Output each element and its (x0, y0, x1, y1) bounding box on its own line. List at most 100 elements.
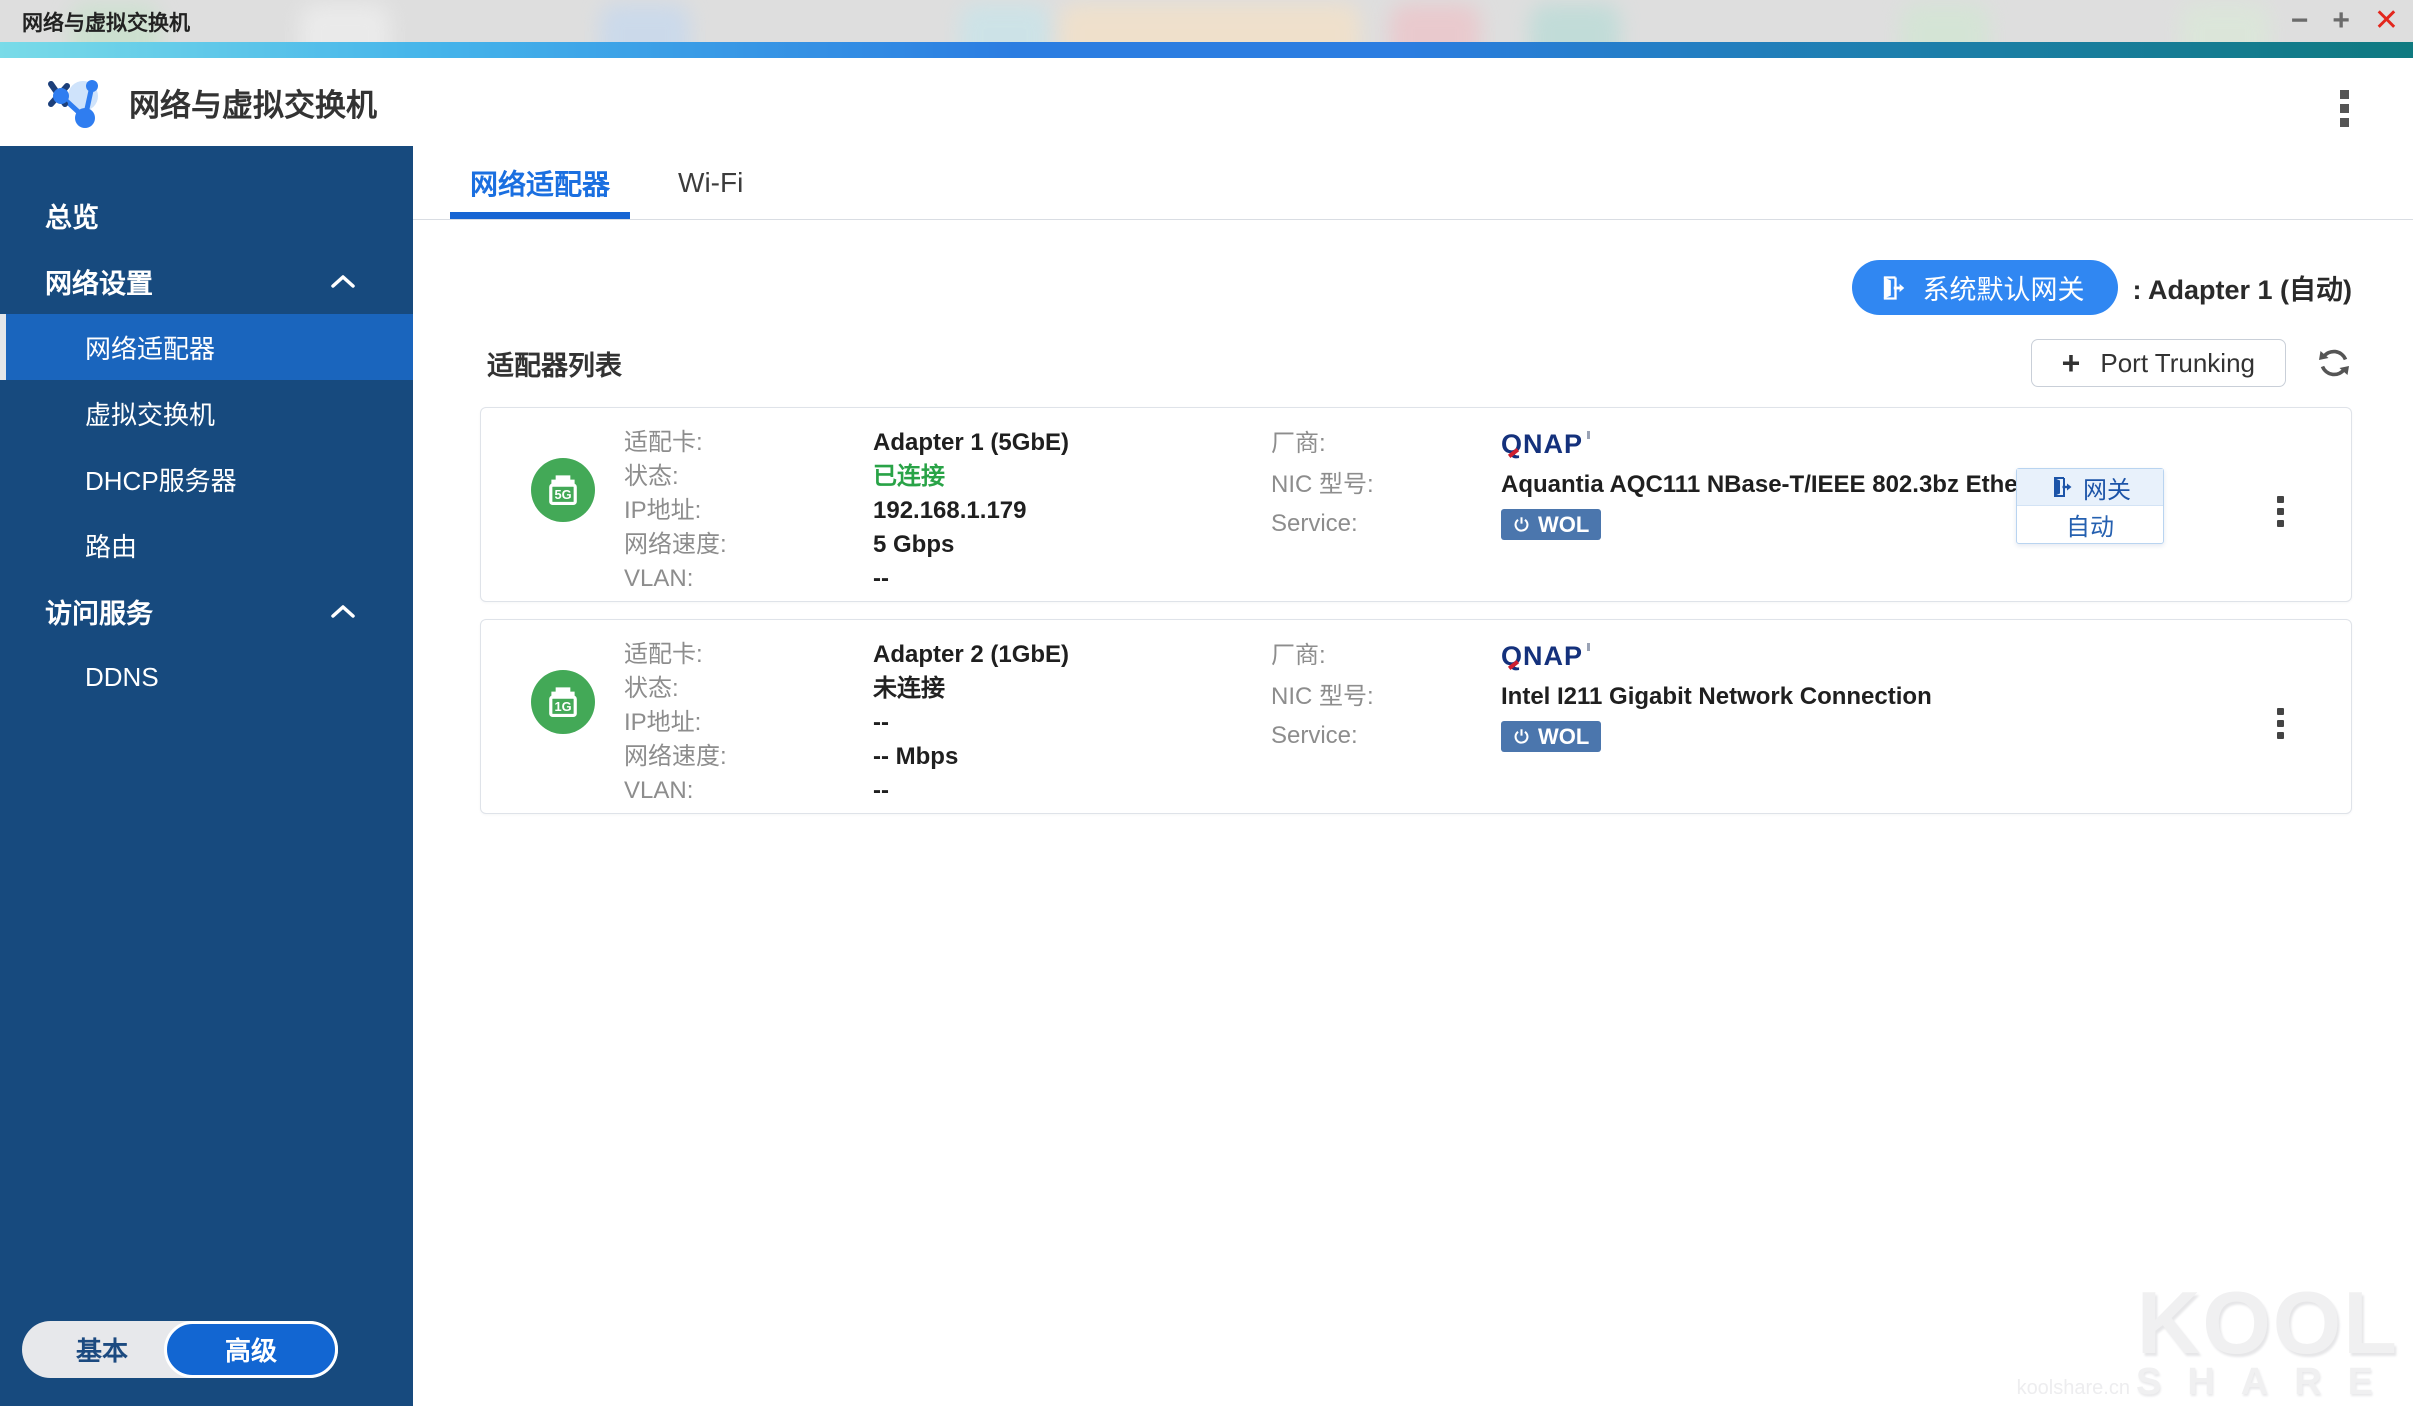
nic-model-value: Intel I211 Gigabit Network Connection (1501, 683, 1932, 710)
sidebar-item-overview[interactable]: 总览 (0, 182, 413, 248)
tab-wifi[interactable]: Wi-Fi (658, 146, 763, 219)
sidebar-item-label: 路由 (85, 527, 137, 564)
adapter-list-title: 适配器列表 (487, 344, 622, 383)
mode-advanced-button[interactable]: 高级 (164, 1321, 338, 1378)
svg-text:5G: 5G (554, 487, 571, 502)
tab-bar: 网络适配器 Wi-Fi (413, 146, 2413, 220)
sidebar-item-network-adapter[interactable]: 网络适配器 (0, 314, 413, 380)
auto-menu-item[interactable]: 自动 (2017, 506, 2163, 543)
sidebar-group-label: 访问服务 (45, 592, 153, 631)
default-gateway-value: : Adapter 1 (自动) (2132, 268, 2352, 307)
adapter-card-1: 5G 适配卡: Adapter 1 (5GbE) 状态: 已连接 IP地址: 1… (480, 407, 2352, 602)
chevron-up-icon (331, 604, 355, 618)
field-label-vendor: 厂商: (1271, 426, 1501, 462)
adapter-status-value: 已连接 (873, 460, 1069, 494)
mode-toggle: 基本 高级 (22, 1321, 338, 1378)
port-trunking-label: Port Trunking (2100, 348, 2255, 379)
plus-icon: + (2062, 347, 2081, 379)
auto-menu-label: 自动 (2066, 507, 2114, 542)
gateway-door-icon (2049, 475, 2073, 499)
adapter-speed-value: 5 Gbps (873, 528, 1069, 562)
page-title: 网络与虚拟交换机 (129, 80, 377, 125)
qnap-logo: QNAP (1501, 426, 1583, 462)
app-window: 网络与虚拟交换机 − + ✕ 网络与虚拟交换机 总览 (0, 0, 2413, 1406)
watermark-site-text: koolshare.cn (2017, 1377, 2130, 1400)
tab-label: 网络适配器 (470, 163, 610, 203)
adapter-hardware-fields: 厂商: QNAP NIC 型号: Intel I211 Gigabit Netw… (1271, 638, 1932, 759)
header-more-options-button[interactable] (2336, 86, 2353, 131)
watermark-share-text: SHARE (2136, 1361, 2399, 1404)
field-label-nic-model: NIC 型号: (1271, 679, 1501, 715)
tab-label: Wi-Fi (678, 167, 743, 199)
sidebar: 总览 网络设置 网络适配器 虚拟交换机 DHCP服务器 路由 (0, 146, 413, 1406)
sidebar-item-label: 网络适配器 (85, 329, 215, 366)
sidebar-group-access-services[interactable]: 访问服务 (0, 578, 413, 644)
adapter-info-fields: 适配卡: Adapter 2 (1GbE) 状态: 未连接 IP地址: -- 网… (624, 638, 1069, 808)
sidebar-item-dhcp-server[interactable]: DHCP服务器 (0, 446, 413, 512)
window-title: 网络与虚拟交换机 (22, 7, 190, 37)
field-label-ip: IP地址: (624, 494, 873, 528)
ethernet-port-5g-icon: 5G (531, 458, 595, 522)
field-label-ip: IP地址: (624, 706, 873, 740)
taskbar-blur-blob (300, 4, 390, 42)
ethernet-port-1g-icon: 1G (531, 670, 595, 734)
port-trunking-button[interactable]: + Port Trunking (2031, 339, 2286, 387)
power-icon (1513, 728, 1530, 745)
tab-network-adapter[interactable]: 网络适配器 (450, 146, 630, 219)
taskbar-blur-blob (960, 4, 1050, 42)
adapter-vlan-value: -- (873, 774, 1069, 808)
gateway-button-label: 系统默认网关 (1922, 268, 2084, 307)
close-button[interactable]: ✕ (2374, 2, 2399, 40)
sidebar-group-label: 网络设置 (45, 262, 153, 301)
adapter-status-value: 未连接 (873, 672, 1069, 706)
chevron-up-icon (331, 274, 355, 288)
field-label-vlan: VLAN: (624, 562, 873, 596)
adapter-info-fields: 适配卡: Adapter 1 (5GbE) 状态: 已连接 IP地址: 192.… (624, 426, 1069, 596)
adapter-card-2: 1G 适配卡: Adapter 2 (1GbE) 状态: 未连接 IP地址: -… (480, 619, 2352, 814)
sidebar-group-network-settings[interactable]: 网络设置 (0, 248, 413, 314)
taskbar-blur-blob (600, 4, 690, 42)
wol-badge[interactable]: WOL (1501, 721, 1601, 752)
taskbar-blur-blob (2180, 4, 2270, 42)
adapter-ip-value: 192.168.1.179 (873, 494, 1069, 528)
sidebar-item-label: 虚拟交换机 (85, 395, 215, 432)
maximize-button[interactable]: + (2332, 2, 2350, 40)
field-label-adapter: 适配卡: (624, 426, 873, 460)
adapter-1-menu-button[interactable] (2273, 492, 2288, 531)
wol-badge[interactable]: WOL (1501, 509, 1601, 540)
mode-basic-button[interactable]: 基本 (22, 1321, 182, 1378)
field-label-adapter: 适配卡: (624, 638, 873, 672)
field-label-vlan: VLAN: (624, 774, 873, 808)
adapter-speed-value: -- Mbps (873, 740, 1069, 774)
adapter-name-value: Adapter 1 (5GbE) (873, 426, 1069, 460)
adapter-ip-value: -- (873, 706, 1069, 740)
qnap-logo: QNAP (1501, 638, 1583, 674)
app-header: 网络与虚拟交换机 (0, 58, 2413, 146)
field-label-speed: 网络速度: (624, 740, 873, 774)
gateway-menu-item[interactable]: 网关 (2017, 469, 2163, 506)
nic-model-value: Aquantia AQC111 NBase-T/IEEE 802.3bz Eth… (1501, 471, 2018, 498)
sidebar-item-ddns[interactable]: DDNS (0, 644, 413, 710)
wol-label: WOL (1538, 719, 1589, 755)
refresh-button[interactable] (2316, 345, 2352, 381)
watermark-kool-text: KOOL (2039, 1286, 2399, 1361)
adapter-list-header: 适配器列表 + Port Trunking (480, 339, 2352, 387)
adapter-name-value: Adapter 2 (1GbE) (873, 638, 1069, 672)
field-label-speed: 网络速度: (624, 528, 873, 562)
window-titlebar[interactable]: 网络与虚拟交换机 − + ✕ (0, 0, 2413, 42)
field-label-service: Service: (1271, 506, 1501, 542)
gateway-dropdown-menu: 网关 自动 (2016, 468, 2164, 544)
taskbar-blur-blob (1530, 4, 1620, 42)
taskbar-blur-blob (1900, 4, 1990, 42)
svg-text:1G: 1G (554, 699, 571, 714)
sidebar-item-route[interactable]: 路由 (0, 512, 413, 578)
wol-label: WOL (1538, 507, 1589, 543)
sidebar-item-virtual-switch[interactable]: 虚拟交换机 (0, 380, 413, 446)
content-area: 系统默认网关 : Adapter 1 (自动) 适配器列表 + Port Tru… (413, 260, 2413, 814)
adapter-2-menu-button[interactable] (2273, 704, 2288, 743)
field-label-status: 状态: (624, 460, 873, 494)
system-default-gateway-button[interactable]: 系统默认网关 (1852, 260, 2118, 315)
koolshare-watermark: KOOL koolshare.cn SHARE (2039, 1286, 2399, 1404)
adapter-vlan-value: -- (873, 562, 1069, 596)
minimize-button[interactable]: − (2291, 2, 2309, 40)
